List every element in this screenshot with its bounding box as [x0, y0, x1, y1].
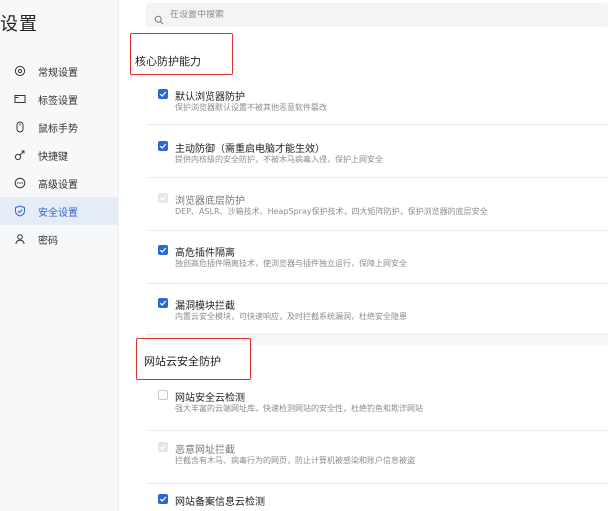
sidebar-item-label: 快捷键 — [38, 151, 68, 163]
setting-card: 主动防御（需重启电脑才能生效） 提供内核级的安全防护，不被木马病毒入侵，保护上网… — [146, 125, 608, 178]
search-bar[interactable] — [146, 3, 608, 27]
mouse-icon — [13, 120, 27, 134]
section-heading-core: 核心防护能力 — [135, 55, 201, 68]
search-icon — [154, 10, 164, 25]
sidebar-item-label: 高级设置 — [38, 179, 78, 191]
section-heading-cloud: 网站云安全防护 — [144, 355, 221, 368]
setting-title: 默认浏览器防护 — [175, 92, 245, 103]
checkbox-default-browser[interactable] — [158, 89, 168, 99]
setting-description: 强大丰富的云端网址库，快速检测网站的安全性，杜绝钓鱼和欺诈网站 — [175, 404, 423, 413]
sidebar: 设置 常规设置 标签设置 鼠标手势 快捷键 高级设置 安全设置 密码 — [0, 0, 118, 511]
gear-icon — [13, 64, 27, 78]
setting-card: 网站备案信息云检测 — [146, 484, 608, 511]
setting-title: 主动防御（需重启电脑才能生效） — [175, 144, 325, 155]
setting-card: 高危插件隔离 独创高危插件隔离技术，使浏览器与插件独立运行，保障上网安全 — [146, 231, 608, 284]
setting-card: 默认浏览器防护 保护浏览器默认设置不被其他恶意软件篡改 — [146, 78, 608, 125]
sidebar-item-tabs[interactable]: 标签设置 — [0, 85, 118, 113]
setting-description: 独创高危插件隔离技术，使浏览器与插件独立运行，保障上网安全 — [175, 259, 407, 268]
setting-description: 提供内核级的安全防护，不被木马病毒入侵，保护上网安全 — [175, 155, 383, 164]
sidebar-divider — [118, 0, 119, 511]
tab-icon — [13, 92, 27, 106]
sidebar-item-shortcuts[interactable]: 快捷键 — [0, 141, 118, 169]
setting-title: 漏洞模块拦截 — [175, 301, 235, 312]
setting-title: 网站安全云检测 — [175, 393, 245, 404]
sidebar-item-advanced[interactable]: 高级设置 — [0, 169, 118, 197]
sidebar-item-label: 常规设置 — [38, 67, 78, 79]
sidebar-item-label: 密码 — [38, 235, 58, 247]
setting-description: DEP、ASLR、沙箱技术、HeapSpray保护技术，四大矩阵防护，保护浏览器… — [175, 207, 488, 216]
sidebar-item-password[interactable]: 密码 — [0, 225, 118, 253]
sidebar-item-label: 标签设置 — [38, 95, 78, 107]
user-icon — [13, 232, 27, 246]
shield-icon — [13, 204, 27, 218]
shortcut-icon — [13, 148, 27, 162]
setting-title: 恶意网址拦截 — [175, 445, 235, 456]
checkbox-site-filing-check[interactable] — [158, 494, 168, 504]
settings-window: 设置 常规设置 标签设置 鼠标手势 快捷键 高级设置 安全设置 密码 在设置中搜… — [0, 0, 608, 511]
setting-description: 保护浏览器默认设置不被其他恶意软件篡改 — [175, 103, 327, 112]
sidebar-item-security[interactable]: 安全设置 — [0, 197, 118, 225]
setting-description: 拦截含有木马、病毒行为的网页，防止计算机被感染和账户信息被盗 — [175, 456, 415, 465]
search-input[interactable] — [170, 10, 570, 20]
setting-title: 浏览器底层防护 — [175, 196, 245, 207]
checkbox-vulnerability-block[interactable] — [158, 298, 168, 308]
page-title: 设置 — [0, 14, 38, 35]
sidebar-item-mouse-gestures[interactable]: 鼠标手势 — [0, 113, 118, 141]
checkbox-active-defense[interactable] — [158, 141, 168, 151]
setting-title: 高危插件隔离 — [175, 248, 235, 259]
sidebar-item-label: 鼠标手势 — [38, 123, 78, 135]
setting-card: 浏览器底层防护 DEP、ASLR、沙箱技术、HeapSpray保护技术，四大矩阵… — [146, 178, 608, 231]
advanced-icon — [13, 176, 27, 190]
checkbox-low-level-protection[interactable] — [158, 193, 168, 203]
setting-description: 内置云安全模块，可快速响应，及时拦截系统漏洞，杜绝安全隐患 — [175, 312, 407, 321]
checkbox-plugin-isolation[interactable] — [158, 245, 168, 255]
checkbox-malicious-url-block[interactable] — [158, 442, 168, 452]
setting-card: 网站安全云检测 强大丰富的云端网址库，快速检测网站的安全性，杜绝钓鱼和欺诈网站 — [146, 380, 608, 431]
checkbox-site-cloud-check[interactable] — [158, 390, 168, 400]
sidebar-nav: 常规设置 标签设置 鼠标手势 快捷键 高级设置 安全设置 密码 — [0, 57, 118, 253]
setting-card: 漏洞模块拦截 内置云安全模块，可快速响应，及时拦截系统漏洞，杜绝安全隐患 — [146, 284, 608, 335]
setting-card: 恶意网址拦截 拦截含有木马、病毒行为的网页，防止计算机被感染和账户信息被盗 — [146, 431, 608, 484]
sidebar-item-general[interactable]: 常规设置 — [0, 57, 118, 85]
sidebar-item-label: 安全设置 — [38, 207, 78, 219]
setting-title: 网站备案信息云检测 — [175, 497, 265, 508]
